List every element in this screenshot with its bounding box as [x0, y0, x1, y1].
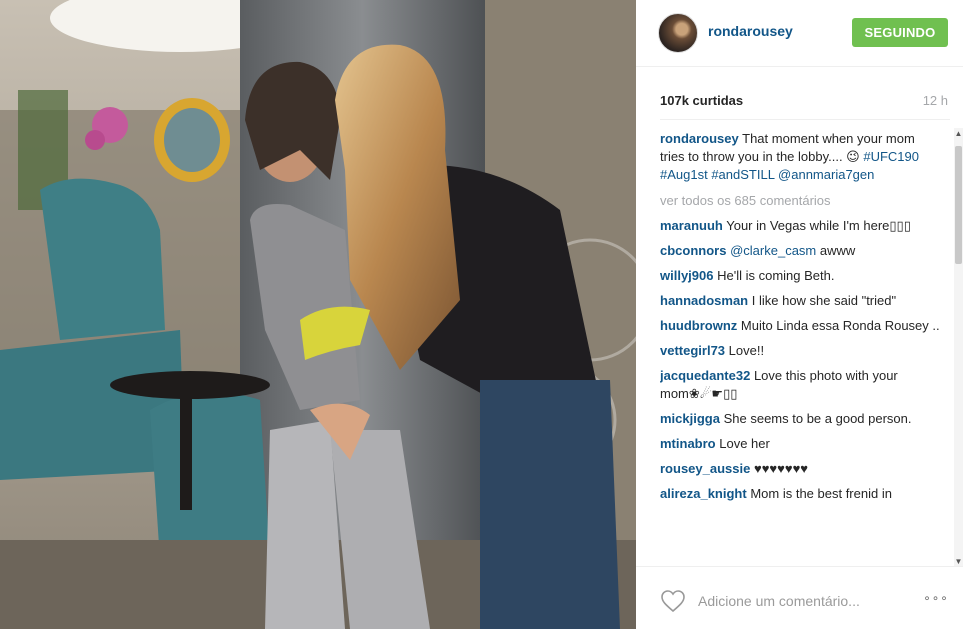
comment-username[interactable]: jacquedante32	[660, 368, 750, 383]
comments-scrollbar[interactable]: ▲ ▼	[954, 128, 963, 566]
comment-username[interactable]: mtinabro	[660, 436, 716, 451]
comment-item: hannadosman I like how she said "tried"	[660, 292, 942, 310]
view-all-comments-link[interactable]: ver todos os 685 comentários	[660, 192, 942, 210]
comment-username[interactable]: huudbrownz	[660, 318, 737, 333]
comment-text: awww	[816, 243, 856, 258]
comment-username[interactable]: alireza_knight	[660, 486, 747, 501]
caption: rondarousey That moment when your mom tr…	[660, 130, 942, 184]
comment-text: Love her	[719, 436, 770, 451]
comment-footer: ∘∘∘	[636, 566, 963, 630]
comment-username[interactable]: hannadosman	[660, 293, 748, 308]
comment-mention[interactable]: @clarke_casm	[730, 243, 816, 258]
comment-item: willyj906 He'll is coming Beth.	[660, 267, 942, 285]
photo-illustration	[0, 0, 636, 629]
scroll-down-arrow-icon[interactable]: ▼	[954, 556, 963, 566]
post-timestamp[interactable]: 12 h	[923, 93, 948, 108]
comment-text: ♥♥♥♥♥♥♥	[753, 461, 808, 476]
comment-item: maranuuh Your in Vegas while I'm here▯▯▯	[660, 217, 942, 235]
more-options-icon[interactable]: ∘∘∘	[922, 591, 950, 607]
comment-username[interactable]: maranuuh	[660, 218, 723, 233]
comment-item: cbconnors @clarke_casm awww	[660, 242, 942, 260]
avatar[interactable]	[658, 13, 698, 53]
comment-item: rousey_aussie ♥♥♥♥♥♥♥	[660, 460, 942, 478]
comment-text: Your in Vegas while I'm here▯▯▯	[726, 218, 911, 233]
comment-item: jacquedante32 Love this photo with your …	[660, 367, 942, 403]
comments-list: rondarousey That moment when your mom tr…	[660, 130, 942, 567]
comment-item: mtinabro Love her	[660, 435, 942, 453]
comment-text: He'll is coming Beth.	[717, 268, 835, 283]
caption-username[interactable]: rondarousey	[660, 131, 739, 146]
post-photo[interactable]	[0, 0, 636, 629]
comment-text: Love!!	[728, 343, 765, 358]
comment-item: huudbrownz Muito Linda essa Ronda Rousey…	[660, 317, 942, 335]
username-link[interactable]: rondarousey	[708, 23, 793, 39]
comment-item: alireza_knight Mom is the best frenid in	[660, 485, 942, 503]
comment-text: Muito Linda essa Ronda Rousey ..	[740, 318, 940, 333]
comment-username[interactable]: mickjigga	[660, 411, 720, 426]
comment-text: Mom is the best frenid in	[750, 486, 892, 501]
following-button[interactable]: SEGUINDO	[852, 18, 948, 47]
comment-username[interactable]: cbconnors	[660, 243, 726, 258]
post-side-panel: rondarousey SEGUINDO 107k curtidas 12 h …	[636, 0, 963, 629]
heart-icon[interactable]	[660, 589, 686, 613]
comment-input[interactable]	[698, 589, 898, 613]
comment-text: She seems to be a good person.	[723, 411, 912, 426]
post-header: rondarousey SEGUINDO	[636, 0, 963, 67]
comment-text: I like how she said "tried"	[751, 293, 897, 308]
comment-username[interactable]: vettegirl73	[660, 343, 725, 358]
scroll-up-arrow-icon[interactable]: ▲	[954, 128, 963, 138]
comment-username[interactable]: willyj906	[660, 268, 713, 283]
divider	[660, 119, 950, 120]
likes-count[interactable]: 107k curtidas	[660, 93, 743, 108]
comment-item: vettegirl73 Love!!	[660, 342, 942, 360]
comment-username[interactable]: rousey_aussie	[660, 461, 750, 476]
scroll-thumb[interactable]	[955, 146, 962, 264]
comment-item: mickjigga She seems to be a good person.	[660, 410, 942, 428]
